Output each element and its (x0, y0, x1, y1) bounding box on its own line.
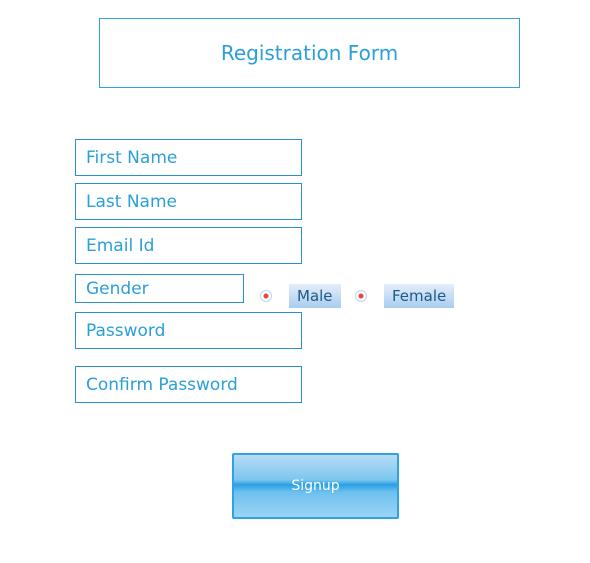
password-input[interactable]: Password (75, 312, 302, 349)
female-label[interactable]: Female (384, 284, 455, 308)
gender-label: Gender (75, 274, 244, 303)
female-radio[interactable] (355, 290, 367, 302)
form-title: Registration Form (99, 18, 520, 88)
male-label[interactable]: Male (289, 284, 341, 308)
confirm-password-input[interactable]: Confirm Password (75, 366, 302, 403)
signup-button[interactable]: Signup (232, 453, 399, 519)
first-name-input[interactable]: First Name (75, 139, 302, 176)
email-input[interactable]: Email Id (75, 227, 302, 264)
last-name-input[interactable]: Last Name (75, 183, 302, 220)
male-radio[interactable] (260, 290, 272, 302)
